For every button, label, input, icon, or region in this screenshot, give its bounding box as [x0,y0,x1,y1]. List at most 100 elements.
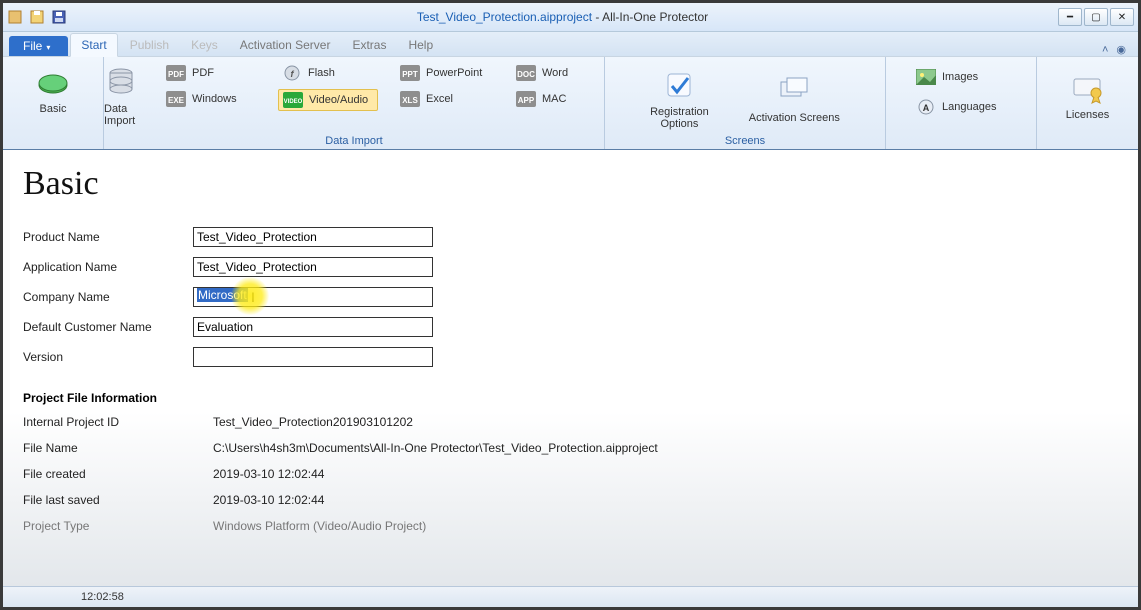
video-audio-button[interactable]: VIDEO Video/Audio [278,89,378,111]
flash-icon: f [282,65,302,81]
svg-text:EXE: EXE [168,96,185,105]
flash-button[interactable]: f Flash [278,63,378,83]
image-icon [916,69,936,85]
database-icon [104,65,138,99]
activation-screens-label: Activation Screens [749,112,840,124]
tab-extras[interactable]: Extras [342,34,396,56]
maximize-button[interactable]: ▢ [1084,8,1108,26]
svg-text:A: A [923,103,930,113]
data-import-group-label: Data Import [104,135,604,147]
app-icon: APP [516,91,536,107]
registration-options-label: Registration Options [650,106,709,130]
tab-activation-server[interactable]: Activation Server [230,34,341,56]
ppt-icon: PPT [400,65,420,81]
windows-button[interactable]: EXE Windows [162,89,260,109]
file-last-saved-value: 2019-03-10 12:02:44 [213,493,1118,507]
file-created-value: 2019-03-10 12:02:44 [213,467,1118,481]
product-name-label: Product Name [23,230,193,244]
page-title: Basic [23,165,1118,203]
registration-options-button[interactable]: Registration Options [644,66,715,132]
pdf-icon: PDF [166,65,186,81]
images-label: Images [942,71,978,83]
qat-icon-2[interactable] [29,9,45,25]
svg-text:DOC: DOC [517,70,535,79]
screens-group-label: Screens [605,135,885,147]
powerpoint-button[interactable]: PPT PowerPoint [396,63,494,83]
windows-label: Windows [192,93,237,105]
project-file-info: Internal Project ID Test_Video_Protectio… [23,415,1118,533]
xls-icon: XLS [400,91,420,107]
powerpoint-label: PowerPoint [426,67,482,79]
ribbon-collapse-icon[interactable]: ˄ [1102,44,1108,56]
product-name-input[interactable] [193,227,433,247]
languages-button[interactable]: A Languages [912,97,1010,117]
company-name-label: Company Name [23,290,193,304]
version-label: Version [23,350,193,364]
version-input[interactable] [193,347,433,367]
application-name-input[interactable] [193,257,433,277]
company-name-value: Microsoft [197,288,248,302]
title-bar: Test_Video_Protection.aipproject - All-I… [3,3,1138,32]
doc-icon: DOC [516,65,536,81]
pdf-button[interactable]: PDF PDF [162,63,260,83]
data-import-label: Data Import [104,103,138,127]
project-file-info-heading: Project File Information [23,391,1118,405]
basic-label: Basic [40,103,67,115]
company-name-wrapper: Microsoft I [193,287,433,307]
checkmark-icon [662,68,696,102]
ribbon: Basic Data Import PDF PDF EXE [3,57,1138,150]
internal-project-id-label: Internal Project ID [23,415,213,429]
default-customer-name-label: Default Customer Name [23,320,193,334]
licenses-button[interactable]: Licenses [1060,69,1115,123]
video-audio-label: Video/Audio [309,94,368,106]
qat-icon-1[interactable] [7,9,23,25]
license-icon [1070,71,1104,105]
file-tab-label: File [23,39,42,53]
help-icon[interactable]: ◉ [1116,43,1126,56]
svg-text:PPT: PPT [402,70,418,79]
ribbon-help-icons: ˄ ◉ [1102,43,1132,56]
tab-publish[interactable]: Publish [120,34,179,56]
ribbon-group-licenses: Licenses [1037,57,1138,149]
data-import-button[interactable]: Data Import [98,63,144,129]
close-button[interactable]: ✕ [1110,8,1134,26]
file-name-value: C:\Users\h4sh3m\Documents\All-In-One Pro… [213,441,1118,455]
svg-text:XLS: XLS [402,96,418,105]
internal-project-id-value: Test_Video_Protection201903101202 [213,415,1118,429]
file-created-label: File created [23,467,213,481]
ribbon-group-basic: Basic [3,57,104,149]
ribbon-group-data-import: Data Import PDF PDF EXE Windows f Fla [104,57,605,149]
ribbon-tabs: File▾ Start Publish Keys Activation Serv… [3,32,1138,57]
mac-button[interactable]: APP MAC [512,89,610,109]
screens-icon [777,74,811,108]
app-window: Test_Video_Protection.aipproject - All-I… [0,0,1141,610]
file-tab[interactable]: File▾ [9,36,68,56]
word-label: Word [542,67,568,79]
quick-access-toolbar [7,9,67,25]
save-icon[interactable] [51,9,67,25]
tab-help[interactable]: Help [398,34,443,56]
company-name-input[interactable]: Microsoft [193,287,433,307]
basic-button[interactable]: Basic [30,63,76,117]
word-button[interactable]: DOC Word [512,63,610,83]
pdf-label: PDF [192,67,214,79]
excel-button[interactable]: XLS Excel [396,89,494,109]
default-customer-name-input[interactable] [193,317,433,337]
window-controls: ━ ▢ ✕ [1058,8,1134,26]
file-name-label: File Name [23,441,213,455]
ribbon-group-localization: Images A Languages [886,57,1037,149]
file-last-saved-label: File last saved [23,493,213,507]
tab-keys[interactable]: Keys [181,34,228,56]
content-area: Basic Product Name Application Name Comp… [3,150,1138,586]
activation-screens-button[interactable]: Activation Screens [743,72,846,126]
tab-start[interactable]: Start [70,33,117,57]
minimize-button[interactable]: ━ [1058,8,1082,26]
application-name-label: Application Name [23,260,193,274]
svg-text:APP: APP [518,96,535,105]
images-button[interactable]: Images [912,67,1010,87]
svg-text:VIDEO: VIDEO [284,99,303,105]
status-time: 12:02:58 [81,591,124,603]
status-bar: 12:02:58 [3,586,1138,607]
video-icon: VIDEO [283,92,303,108]
languages-label: Languages [942,101,996,113]
